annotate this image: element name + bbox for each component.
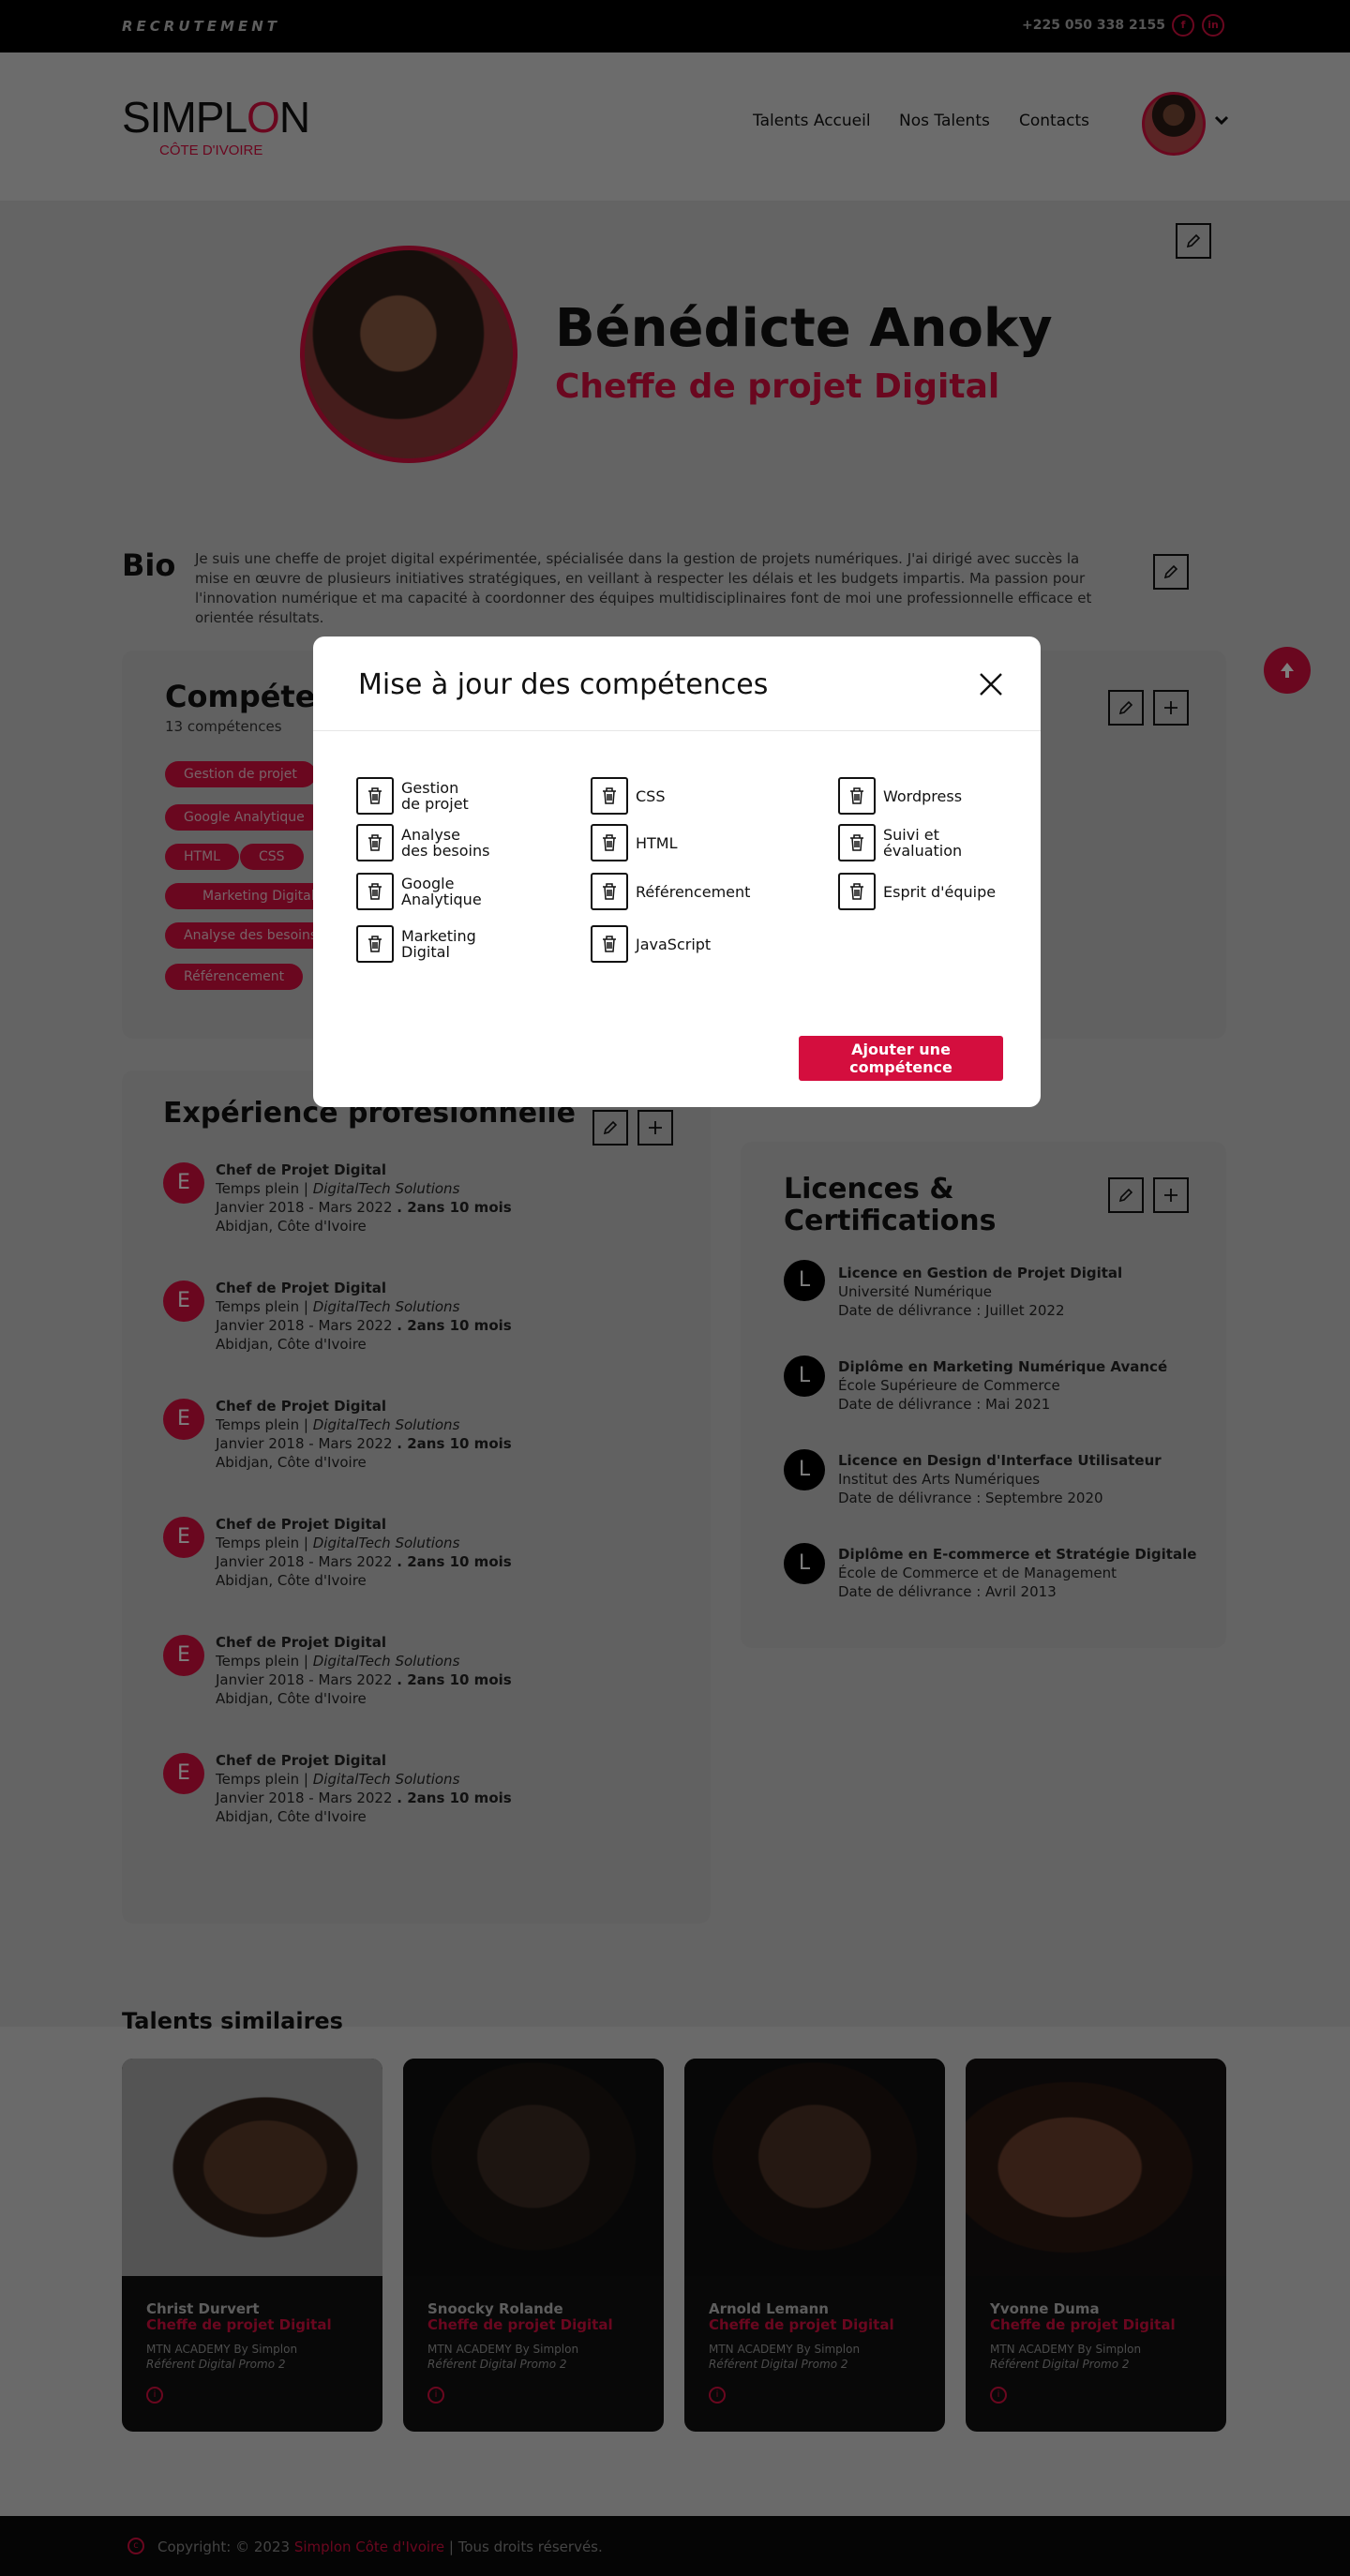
trash-icon	[850, 787, 863, 804]
skill-label: Suivi et évaluation	[883, 826, 963, 860]
skill-row: Référencement	[591, 873, 767, 910]
trash-icon	[603, 834, 616, 851]
delete-skill-button[interactable]	[356, 824, 394, 861]
skill-row: Wordpress	[838, 777, 986, 815]
delete-skill-button[interactable]	[591, 873, 628, 910]
delete-skill-button[interactable]	[838, 824, 876, 861]
skill-label: Référencement	[636, 882, 751, 901]
modal-title: Mise à jour des compétences	[358, 668, 769, 701]
delete-skill-button[interactable]	[356, 777, 394, 815]
skill-row: Gestion de projet	[356, 777, 504, 815]
skill-row: Marketing Digital	[356, 925, 504, 963]
delete-skill-button[interactable]	[356, 873, 394, 910]
skill-row: JavaScript	[591, 925, 739, 963]
skill-label: JavaScript	[636, 935, 712, 953]
add-skill-button[interactable]: Ajouter une compétence	[799, 1036, 1003, 1081]
trash-icon	[368, 834, 382, 851]
skill-label: Esprit d'équipe	[883, 882, 997, 901]
trash-icon	[368, 787, 382, 804]
delete-skill-button[interactable]	[591, 777, 628, 815]
trash-icon	[368, 883, 382, 900]
skills-modal: Mise à jour des compétences Gestion de pr…	[313, 637, 1041, 1107]
skill-label: Marketing Digital	[401, 927, 476, 961]
skill-label: Wordpress	[883, 786, 963, 805]
delete-skill-button[interactable]	[591, 925, 628, 963]
skill-label: CSS	[636, 786, 666, 805]
skill-row: Suivi et évaluation	[838, 824, 986, 861]
skill-row: Esprit d'équipe	[838, 873, 1024, 910]
trash-icon	[603, 883, 616, 900]
trash-icon	[850, 883, 863, 900]
modal-divider	[313, 730, 1041, 731]
trash-icon	[603, 787, 616, 804]
skill-row: Analyse des besoins	[356, 824, 504, 861]
close-icon[interactable]	[977, 670, 1005, 698]
delete-skill-button[interactable]	[591, 824, 628, 861]
trash-icon	[603, 936, 616, 952]
delete-skill-button[interactable]	[838, 873, 876, 910]
skill-label: Analyse des besoins	[401, 826, 490, 860]
skill-row: HTML	[591, 824, 739, 861]
modal-backdrop[interactable]	[0, 0, 1350, 2576]
skill-label: HTML	[636, 833, 678, 852]
skill-label: Google Analytique	[401, 875, 482, 908]
skill-label: Gestion de projet	[401, 779, 469, 813]
skill-row: Google Analytique	[356, 873, 504, 910]
skill-row: CSS	[591, 777, 739, 815]
delete-skill-button[interactable]	[356, 925, 394, 963]
delete-skill-button[interactable]	[838, 777, 876, 815]
trash-icon	[368, 936, 382, 952]
trash-icon	[850, 834, 863, 851]
